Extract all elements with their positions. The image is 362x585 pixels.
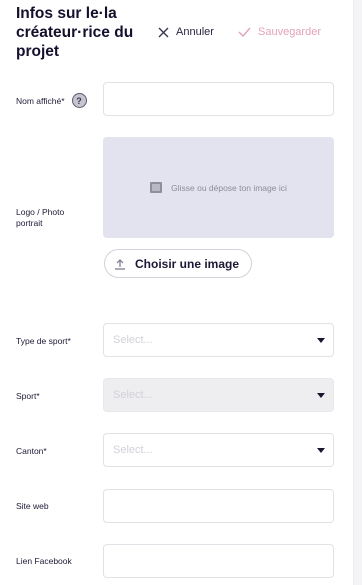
cancel-label: Annuler <box>176 26 214 38</box>
choose-image-button[interactable]: Choisir une image <box>104 249 252 278</box>
chevron-down-icon <box>317 448 325 453</box>
sport-select[interactable]: Select... <box>103 378 334 412</box>
website-input[interactable] <box>103 489 334 523</box>
display-name-label: Nom affiché* <box>16 95 65 106</box>
sport-label: Sport* <box>16 391 40 401</box>
upload-icon <box>115 258 125 270</box>
website-label: Site web <box>16 501 49 511</box>
facebook-label: Lien Facebook <box>16 556 72 566</box>
help-glyph: ? <box>76 95 82 106</box>
image-dropzone[interactable]: Glisse ou dépose ton image ici <box>103 137 334 238</box>
sport-type-label: Type de sport* <box>16 336 71 346</box>
check-icon <box>238 27 251 37</box>
sport-type-placeholder: Select... <box>113 334 153 346</box>
choose-image-label: Choisir une image <box>135 256 240 271</box>
display-name-input[interactable] <box>103 82 334 116</box>
chevron-down-icon <box>317 393 325 398</box>
close-icon <box>158 27 169 37</box>
save-button[interactable]: Sauvegarder <box>238 26 321 38</box>
canton-label: Canton* <box>16 446 47 456</box>
help-icon[interactable]: ? <box>71 93 87 108</box>
form-header: Infos sur le·la créateur·rice du projet … <box>16 4 336 64</box>
image-icon <box>150 182 163 193</box>
sport-placeholder: Select... <box>113 389 153 401</box>
chevron-down-icon <box>317 338 325 343</box>
page-title: Infos sur le·la créateur·rice du projet <box>16 5 134 60</box>
facebook-input[interactable] <box>103 544 334 578</box>
canton-select[interactable]: Select... <box>103 433 334 467</box>
sport-type-select[interactable]: Select... <box>103 323 334 357</box>
scrollbar[interactable] <box>353 0 362 585</box>
save-label: Sauvegarder <box>258 26 321 38</box>
dropzone-text: Glisse ou dépose ton image ici <box>171 182 287 193</box>
logo-label: Logo / Photo portrait <box>16 207 65 228</box>
cancel-button[interactable]: Annuler <box>158 26 214 38</box>
canton-placeholder: Select... <box>113 444 153 456</box>
display-name-label-row: Nom affiché* ? <box>16 93 87 108</box>
